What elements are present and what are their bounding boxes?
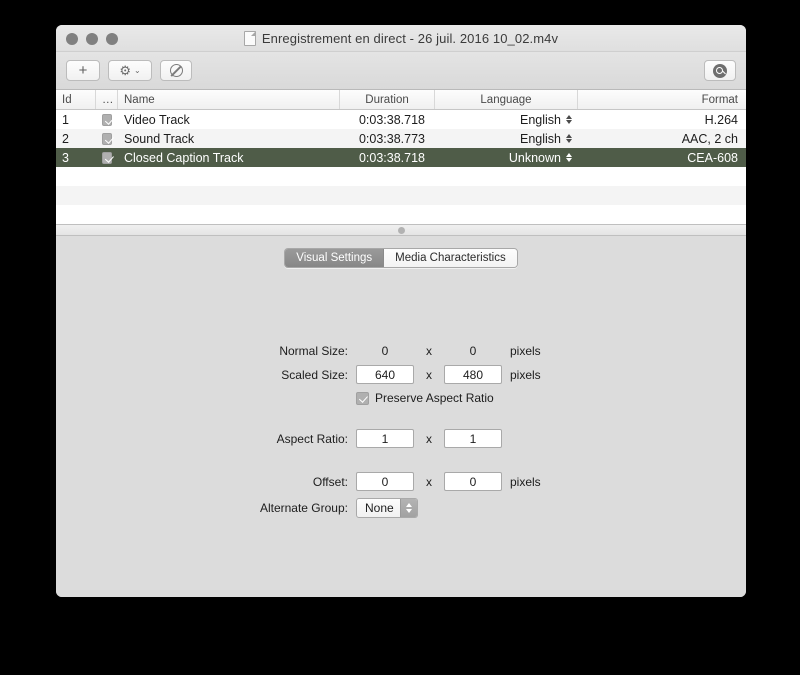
cell-format: AAC, 2 ch bbox=[681, 131, 738, 146]
table-empty-row bbox=[56, 186, 746, 205]
alternate-group-select[interactable]: None bbox=[356, 498, 418, 518]
cell-language-label: English bbox=[520, 131, 561, 146]
chevron-updown-icon[interactable] bbox=[400, 499, 417, 517]
window-titlebar: Enregistrement en direct - 26 juil. 2016… bbox=[56, 25, 746, 52]
scaled-size-height-input[interactable]: 480 bbox=[444, 365, 502, 384]
disable-track-button[interactable] bbox=[160, 60, 192, 81]
table-row[interactable]: 1 Video Track 0:03:38.718 English H.264 bbox=[56, 110, 746, 129]
pane-splitter[interactable] bbox=[56, 224, 746, 236]
offset-label: Offset: bbox=[312, 474, 348, 489]
cell-name: Video Track bbox=[124, 112, 190, 127]
cell-id: 1 bbox=[62, 112, 69, 127]
alternate-group-label: Alternate Group: bbox=[259, 501, 348, 515]
cell-language-label: English bbox=[520, 112, 561, 127]
search-icon bbox=[713, 63, 727, 78]
cell-id: 3 bbox=[62, 150, 69, 165]
alternate-group-value: None bbox=[365, 501, 394, 515]
normal-size-height: 0 bbox=[469, 344, 477, 358]
normal-size-unit: pixels bbox=[510, 344, 541, 358]
column-header-enabled[interactable]: … bbox=[96, 90, 118, 109]
table-empty-row bbox=[56, 167, 746, 186]
column-header-duration[interactable]: Duration bbox=[340, 90, 435, 109]
checkbox-checked-icon bbox=[102, 113, 112, 126]
table-empty-rows bbox=[56, 167, 746, 224]
language-stepper-icon[interactable] bbox=[566, 115, 572, 124]
cell-enabled-checkbox[interactable] bbox=[96, 129, 118, 148]
offset-x-input[interactable]: 0 bbox=[356, 472, 414, 491]
visual-settings-form: Normal Size: 0 x 0 pixels Scaled Size: 6… bbox=[246, 344, 556, 518]
normal-size-x: x bbox=[426, 344, 432, 358]
cell-name: Sound Track bbox=[124, 131, 195, 146]
column-header-language[interactable]: Language bbox=[435, 90, 578, 109]
scaled-size-x: x bbox=[426, 367, 432, 382]
chevron-down-icon: ⌄ bbox=[133, 65, 141, 75]
table-header-row: Id … Name Duration Language Format bbox=[56, 90, 746, 110]
cell-duration: 0:03:38.718 bbox=[358, 150, 425, 165]
prohibited-icon bbox=[169, 64, 183, 77]
normal-size-label: Normal Size: bbox=[279, 344, 348, 358]
tab-bar: Visual Settings Media Characteristics bbox=[284, 248, 518, 268]
aspect-ratio-width-input[interactable]: 1 bbox=[356, 429, 414, 448]
cell-language-label: Unknown bbox=[508, 150, 561, 165]
language-stepper-icon[interactable] bbox=[566, 134, 572, 143]
window-title: Enregistrement en direct - 26 juil. 2016… bbox=[261, 31, 559, 46]
scaled-size-label: Scaled Size: bbox=[281, 367, 348, 382]
plus-icon: + bbox=[78, 62, 88, 79]
normal-size-width: 0 bbox=[381, 344, 389, 358]
resize-grip-dot-icon[interactable] bbox=[397, 226, 405, 234]
column-header-format[interactable]: Format bbox=[578, 90, 746, 109]
cell-id: 2 bbox=[62, 131, 69, 146]
add-track-button[interactable]: + bbox=[66, 60, 100, 81]
tab-visual-settings[interactable]: Visual Settings bbox=[285, 249, 385, 267]
actions-menu-button[interactable]: ⚙ ⌄ bbox=[108, 60, 152, 81]
cell-language[interactable]: English bbox=[435, 129, 578, 148]
cell-duration: 0:03:38.773 bbox=[358, 131, 425, 146]
column-header-id[interactable]: Id bbox=[56, 90, 96, 109]
tab-media-characteristics[interactable]: Media Characteristics bbox=[384, 249, 517, 267]
scaled-size-width-input[interactable]: 640 bbox=[356, 365, 414, 384]
preserve-aspect-ratio-checkbox[interactable] bbox=[356, 391, 369, 405]
app-window: Enregistrement en direct - 26 juil. 2016… bbox=[56, 25, 746, 597]
gear-icon: ⚙ bbox=[119, 63, 131, 78]
preserve-aspect-ratio-row[interactable]: Preserve Aspect Ratio bbox=[356, 391, 556, 405]
offset-y-input[interactable]: 0 bbox=[444, 472, 502, 491]
cell-name: Closed Caption Track bbox=[124, 150, 244, 165]
tracks-table: Id … Name Duration Language Format 1 Vid… bbox=[56, 90, 746, 224]
table-empty-row bbox=[56, 205, 746, 224]
form-spacer bbox=[246, 412, 556, 422]
language-stepper-icon[interactable] bbox=[566, 153, 572, 162]
table-row-selected[interactable]: 3 Closed Caption Track 0:03:38.718 Unkno… bbox=[56, 148, 746, 167]
column-header-name[interactable]: Name bbox=[118, 90, 340, 109]
cell-enabled-checkbox[interactable] bbox=[96, 110, 118, 129]
checkbox-checked-icon bbox=[102, 132, 112, 145]
cell-format: CEA-608 bbox=[687, 150, 738, 165]
cell-format: H.264 bbox=[704, 112, 738, 127]
cell-enabled-checkbox[interactable] bbox=[96, 148, 118, 167]
table-row[interactable]: 2 Sound Track 0:03:38.773 English AAC, 2… bbox=[56, 129, 746, 148]
checkbox-checked-icon bbox=[102, 151, 112, 164]
search-button[interactable] bbox=[704, 60, 736, 81]
scaled-size-unit: pixels bbox=[510, 367, 541, 382]
detail-pane: Visual Settings Media Characteristics No… bbox=[56, 236, 746, 597]
cell-language[interactable]: Unknown bbox=[435, 148, 578, 167]
toolbar: + ⚙ ⌄ bbox=[56, 52, 746, 90]
cell-language[interactable]: English bbox=[435, 110, 578, 129]
offset-x-separator: x bbox=[426, 474, 432, 489]
window-title-group: Enregistrement en direct - 26 juil. 2016… bbox=[56, 25, 746, 52]
aspect-ratio-height-input[interactable]: 1 bbox=[444, 429, 502, 448]
cell-duration: 0:03:38.718 bbox=[358, 112, 425, 127]
preserve-aspect-ratio-label: Preserve Aspect Ratio bbox=[375, 391, 494, 405]
document-icon bbox=[243, 31, 256, 46]
offset-unit: pixels bbox=[510, 474, 541, 489]
form-spacer bbox=[246, 455, 556, 465]
aspect-ratio-label: Aspect Ratio: bbox=[276, 431, 348, 446]
aspect-ratio-x: x bbox=[426, 431, 432, 446]
